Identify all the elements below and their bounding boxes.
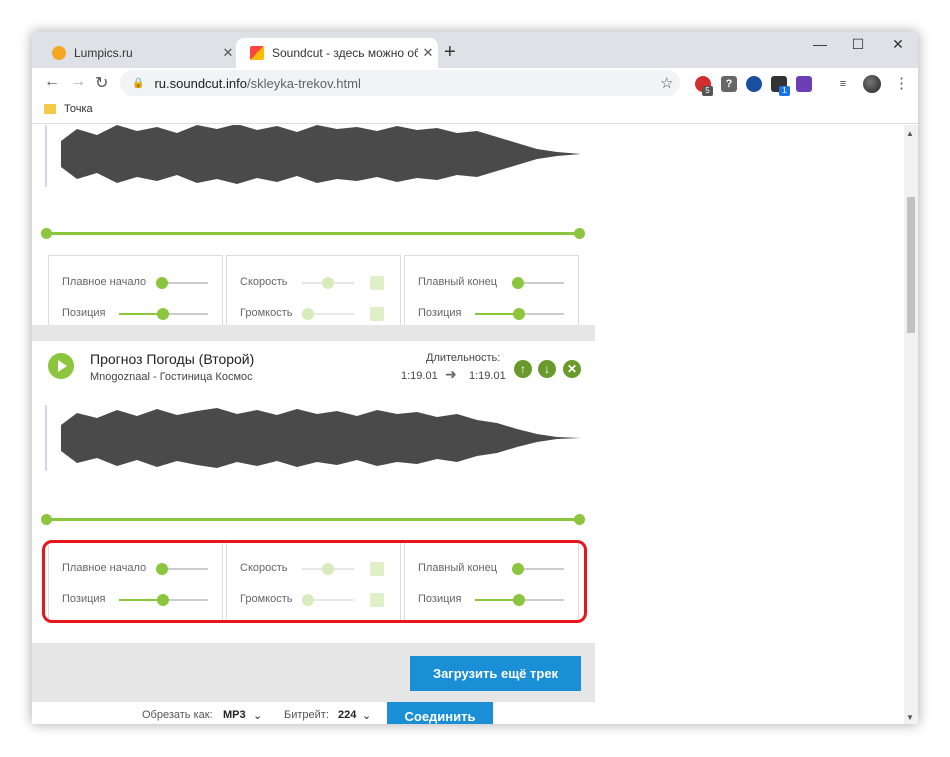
- fade-out-label: Плавный конец: [418, 276, 498, 288]
- trim-range-1[interactable]: [41, 228, 585, 239]
- tab-title: Soundcut - здесь можно обреза: [272, 46, 418, 60]
- globe-extension-icon[interactable]: [746, 76, 762, 92]
- menu-icon[interactable]: ⋮: [894, 74, 909, 92]
- purple-extension-icon[interactable]: [796, 76, 812, 92]
- slider-knob[interactable]: [156, 277, 168, 289]
- scrollbar-thumb[interactable]: [907, 197, 915, 333]
- move-up-icon[interactable]: ↑: [514, 360, 532, 378]
- bitrate-label: Битрейт:: [284, 709, 329, 721]
- forward-button[interactable]: →: [70, 73, 86, 91]
- remove-track-icon[interactable]: ✕: [563, 360, 581, 378]
- playlist-icon[interactable]: ≡: [835, 76, 851, 92]
- trim-start-handle[interactable]: [41, 228, 52, 239]
- extension-badge: 1: [779, 86, 790, 96]
- bottom-options-bar: Обрезать как: MP3 ⌄ Битрейт: 224 ⌄ Соеди…: [32, 702, 595, 724]
- tab-bar: Lumpics.ru ✕ Soundcut - здесь можно обре…: [32, 32, 918, 68]
- new-tab-button[interactable]: +: [444, 41, 456, 64]
- bookmarks-bar: Точка: [32, 98, 918, 124]
- effects-box-speed: Скорость Громкость: [226, 255, 401, 335]
- move-down-icon[interactable]: ↓: [538, 360, 556, 378]
- play-button[interactable]: [48, 353, 74, 379]
- address-bar[interactable]: 🔒 ru.soundcut.info/skleyka-trekov.html: [120, 70, 680, 96]
- position-slider[interactable]: [475, 308, 564, 320]
- browser-toolbar: ← → ↻ 🔒 ru.soundcut.info/skleyka-trekov.…: [32, 68, 918, 98]
- maximize-button[interactable]: ☐: [843, 36, 873, 53]
- waveform-graphic: [61, 408, 581, 468]
- lock-icon: 🔒: [132, 77, 145, 89]
- duration-to: 1:19.01: [469, 370, 506, 382]
- chevron-down-icon[interactable]: ⌄: [362, 709, 371, 722]
- url-path: /skleyka-trekov.html: [246, 75, 361, 91]
- extension-badge: 5: [702, 86, 713, 96]
- tab-lumpics[interactable]: Lumpics.ru ✕: [38, 38, 238, 68]
- trim-start-handle[interactable]: [41, 514, 52, 525]
- reload-button[interactable]: ↻: [95, 73, 108, 93]
- bookmark-label: Точка: [64, 103, 93, 115]
- volume-slider[interactable]: [302, 308, 354, 320]
- track-separator: [32, 325, 595, 341]
- folder-icon: [44, 104, 56, 114]
- vertical-scrollbar[interactable]: ▲ ▼: [904, 125, 918, 724]
- slider-knob[interactable]: [157, 308, 169, 320]
- highlight-frame: [42, 540, 587, 623]
- position-slider[interactable]: [119, 308, 208, 320]
- waveform-graphic: [61, 125, 581, 184]
- fade-out-slider[interactable]: [512, 277, 564, 289]
- trim-range-2[interactable]: [41, 514, 585, 525]
- tab-close-icon[interactable]: ✕: [418, 45, 438, 61]
- fade-in-slider[interactable]: [156, 277, 208, 289]
- page-viewport: Плавное начало Позиция Скорость Громкост…: [32, 125, 904, 724]
- format-select[interactable]: MP3: [223, 709, 246, 721]
- lumpics-favicon-icon: [52, 46, 66, 60]
- bookmark-folder[interactable]: Точка: [44, 103, 93, 115]
- bitrate-select[interactable]: 224: [338, 709, 356, 721]
- scroll-up-icon[interactable]: ▲: [906, 129, 914, 138]
- volume-checkbox[interactable]: [370, 307, 384, 321]
- profile-avatar[interactable]: [863, 75, 881, 93]
- speed-checkbox[interactable]: [370, 276, 384, 290]
- scroll-down-icon[interactable]: ▼: [906, 713, 914, 722]
- tab-close-icon[interactable]: ✕: [218, 45, 238, 61]
- waveform-2[interactable]: [45, 405, 581, 471]
- speed-slider[interactable]: [302, 277, 354, 289]
- trim-end-handle[interactable]: [574, 228, 585, 239]
- slider-knob[interactable]: [513, 308, 525, 320]
- close-window-button[interactable]: ✕: [883, 36, 913, 53]
- help-extension-icon[interactable]: ?: [721, 76, 737, 92]
- cut-as-label: Обрезать как:: [142, 709, 213, 721]
- speed-label: Скорость: [240, 276, 288, 288]
- join-button[interactable]: Соединить: [387, 702, 493, 724]
- trim-end-handle[interactable]: [574, 514, 585, 525]
- soundcut-favicon-icon: [250, 46, 264, 60]
- upload-more-button[interactable]: Загрузить ещё трек: [410, 656, 581, 691]
- chevron-down-icon[interactable]: ⌄: [253, 709, 262, 722]
- duration-from: 1:19.01: [401, 370, 438, 382]
- volume-label: Громкость: [240, 307, 293, 319]
- track-title: Прогноз Погоды (Второй): [90, 351, 255, 367]
- soundcut-content: Плавное начало Позиция Скорость Громкост…: [32, 125, 595, 724]
- slider-knob[interactable]: [302, 308, 314, 320]
- effects-box-fade-out: Плавный конец Позиция: [404, 255, 579, 335]
- url-host: ru.soundcut.info: [154, 75, 247, 91]
- slider-knob[interactable]: [512, 277, 524, 289]
- slider-knob[interactable]: [322, 277, 334, 289]
- position-label: Позиция: [418, 307, 462, 319]
- back-button[interactable]: ←: [44, 73, 60, 91]
- bookmark-star-icon[interactable]: ☆: [660, 74, 673, 92]
- browser-window: Lumpics.ru ✕ Soundcut - здесь можно обре…: [32, 32, 918, 724]
- effects-box-fade-in: Плавное начало Позиция: [48, 255, 223, 335]
- fade-in-label: Плавное начало: [62, 276, 147, 288]
- track-artist: Mnogoznaal - Гостиница Космос: [90, 371, 253, 383]
- track-panel-1: Плавное начало Позиция Скорость Громкост…: [32, 125, 595, 335]
- arrow-right-icon: ➜: [445, 366, 457, 382]
- position-label: Позиция: [62, 307, 106, 319]
- waveform-1[interactable]: [45, 125, 581, 187]
- tab-soundcut[interactable]: Soundcut - здесь можно обреза ✕: [236, 38, 438, 68]
- minimize-button[interactable]: —: [805, 36, 835, 52]
- duration-label: Длительность:: [426, 352, 501, 364]
- tab-title: Lumpics.ru: [74, 46, 133, 60]
